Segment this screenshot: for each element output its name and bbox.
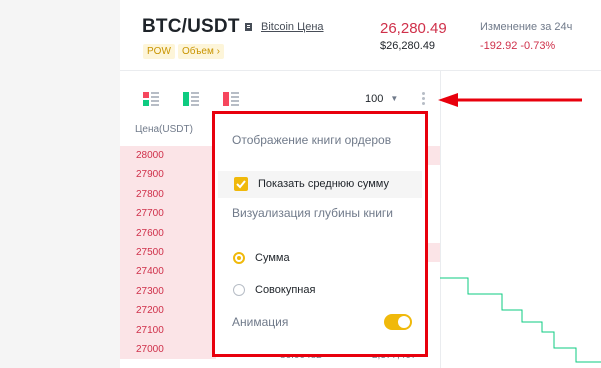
chevron-down-icon: ▼ — [390, 94, 399, 103]
coin-price-link[interactable]: Bitcoin Цена — [261, 21, 324, 33]
ask-price: 27900 — [136, 169, 164, 181]
pair-title: BTC/USDT — [142, 16, 240, 37]
depth-visual-title: Визуализация глубины книги — [232, 206, 393, 220]
more-options-button[interactable] — [418, 90, 428, 108]
layout-buy-icon[interactable] — [183, 92, 199, 106]
depth-chart-line — [440, 277, 601, 363]
ask-price: 27400 — [136, 266, 164, 278]
radio-sum-label[interactable]: Сумма — [255, 252, 290, 264]
change-24h-value: -192.92 -0.73% — [480, 40, 556, 52]
ask-price: 27300 — [136, 285, 164, 297]
radio-cumulative-label[interactable]: Совокупная — [255, 284, 315, 296]
ask-price: 27800 — [136, 188, 164, 200]
show-average-checkbox[interactable] — [234, 177, 248, 191]
ask-price: 27600 — [136, 227, 164, 239]
depth-value: 100 — [365, 93, 384, 105]
check-icon — [236, 180, 246, 189]
ask-price: 27200 — [136, 305, 164, 317]
ask-price: 28000 — [136, 150, 164, 161]
book-display-title: Отображение книги ордеров — [232, 133, 392, 147]
depth-dropdown[interactable]: 100 ▼ — [365, 93, 398, 105]
orderbook-settings-popup: Отображение книги ордеров Показать средн… — [212, 111, 428, 357]
show-average-row[interactable]: Показать среднюю сумму — [218, 171, 422, 198]
change-24h-label: Изменение за 24ч — [480, 21, 573, 33]
ask-price: 27700 — [136, 208, 164, 220]
show-average-label: Показать среднюю сумму — [258, 178, 389, 190]
ask-price: 27100 — [136, 324, 164, 336]
left-panel-bg — [0, 0, 120, 368]
ask-price: 27500 — [136, 246, 164, 258]
tag-volume[interactable]: Объем › — [178, 44, 224, 59]
radio-sum[interactable] — [233, 252, 245, 264]
price-column-header: Цена(USDT) — [135, 124, 193, 135]
divider-horizontal — [120, 70, 601, 71]
info-icon[interactable] — [244, 22, 253, 32]
layout-both-icon[interactable] — [143, 92, 159, 106]
last-price: 26,280.49 — [380, 20, 447, 37]
animation-toggle[interactable] — [384, 314, 412, 330]
ask-price: 27000 — [136, 343, 164, 355]
last-price-usd: $26,280.49 — [380, 40, 436, 52]
radio-cumulative[interactable] — [233, 284, 245, 296]
animation-label: Анимация — [232, 315, 289, 329]
tag-pow[interactable]: POW — [143, 44, 175, 59]
annotation-arrow-icon — [438, 93, 582, 107]
layout-sell-icon[interactable] — [223, 92, 239, 106]
